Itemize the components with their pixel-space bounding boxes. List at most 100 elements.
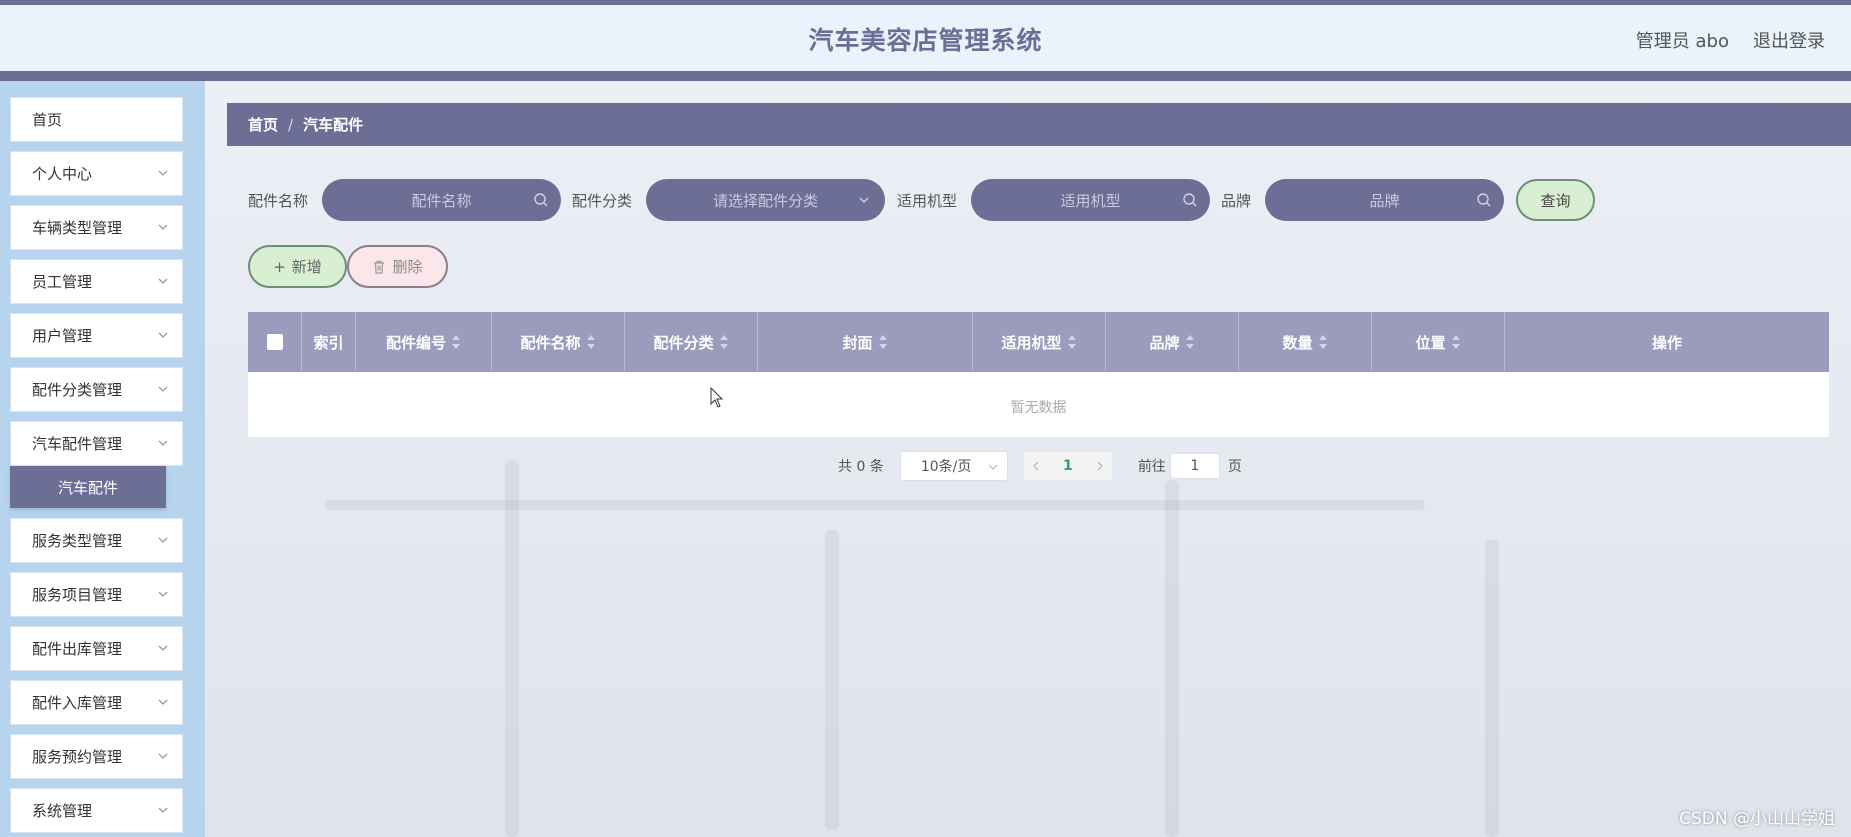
brand-input[interactable]: 品牌: [1265, 179, 1504, 221]
watermark: CSDN @小山山学姐: [1679, 809, 1835, 829]
column-header-label: 封面: [842, 333, 873, 352]
sidebar-item-service-items[interactable]: 服务项目管理: [10, 572, 183, 617]
background-scene: [205, 440, 1851, 837]
brand-label: 品牌: [1221, 192, 1252, 210]
add-button-label: 新增: [291, 258, 322, 276]
select-all-column[interactable]: [248, 312, 302, 372]
goto-label: 前往: [1137, 459, 1166, 475]
select-all-checkbox[interactable]: [266, 334, 283, 350]
column-header-model[interactable]: 适用机型: [973, 312, 1106, 372]
breadcrumb-home[interactable]: 首页: [248, 114, 278, 135]
category-label: 配件分类: [572, 192, 633, 210]
sidebar-item-label: 汽车配件管理: [32, 435, 123, 453]
column-header-part-name[interactable]: 配件名称: [492, 312, 625, 372]
chevron-right-icon: [1097, 461, 1103, 471]
add-button[interactable]: + 新增: [248, 245, 347, 288]
app-title: 汽车美容店管理系统: [808, 26, 1043, 55]
sort-icon[interactable]: [719, 335, 729, 349]
sort-icon[interactable]: [878, 335, 888, 349]
sidebar-item-car-parts[interactable]: 汽车配件管理: [10, 421, 183, 466]
chevron-down-icon: [158, 224, 168, 230]
sort-icon[interactable]: [1318, 335, 1328, 349]
chevron-down-icon: [158, 332, 168, 338]
trash-icon: [374, 260, 385, 274]
sidebar-item-label: 配件入库管理: [32, 694, 123, 712]
column-header-brand[interactable]: 品牌: [1106, 312, 1239, 372]
part-name-input[interactable]: 配件名称: [322, 179, 561, 221]
sort-icon[interactable]: [1451, 335, 1461, 349]
sidebar-item-profile[interactable]: 个人中心: [10, 151, 183, 196]
sidebar-item-service-booking[interactable]: 服务预约管理: [10, 734, 183, 779]
plus-icon: +: [273, 257, 286, 276]
column-header-category[interactable]: 配件分类: [625, 312, 758, 372]
search-icon: [1183, 193, 1197, 207]
chevron-left-icon: [1032, 461, 1039, 471]
search-icon: [1477, 193, 1491, 207]
column-header-quantity[interactable]: 数量: [1239, 312, 1372, 372]
sidebar-item-part-categories[interactable]: 配件分类管理: [10, 367, 183, 412]
chevron-down-icon: [158, 537, 168, 543]
next-page-button[interactable]: [1087, 452, 1112, 480]
sidebar-item-label: 员工管理: [32, 273, 93, 291]
empty-state-text: 暂无数据: [1010, 400, 1067, 416]
sort-icon[interactable]: [1067, 335, 1077, 349]
column-header-actions: 操作: [1505, 312, 1829, 372]
column-header-label: 配件名称: [520, 333, 581, 352]
column-header-index: 索引: [302, 312, 356, 372]
page-number[interactable]: 1: [1047, 452, 1088, 480]
column-header-part-no[interactable]: 配件编号: [356, 312, 492, 372]
logout-link[interactable]: 退出登录: [1753, 27, 1825, 53]
delete-button-label: 删除: [392, 258, 423, 276]
breadcrumb-current: 汽车配件: [303, 116, 364, 134]
chevron-down-icon: [158, 440, 168, 446]
sidebar-item-label: 配件出库管理: [32, 640, 123, 658]
query-button[interactable]: 查询: [1516, 179, 1595, 221]
sidebar-item-vehicle-types[interactable]: 车辆类型管理: [10, 205, 183, 250]
column-header-label: 位置: [1415, 333, 1446, 352]
mouse-cursor-icon: [710, 387, 724, 408]
model-input[interactable]: 适用机型: [971, 179, 1210, 221]
chevron-down-icon: [158, 386, 168, 392]
sidebar-item-staff[interactable]: 员工管理: [10, 259, 183, 304]
sidebar-item-label: 个人中心: [32, 165, 93, 183]
column-header-cover[interactable]: 封面: [758, 312, 973, 372]
part-name-label: 配件名称: [248, 192, 309, 210]
chevron-down-icon: [988, 464, 998, 470]
category-placeholder: 请选择配件分类: [712, 191, 818, 210]
sidebar-item-service-types[interactable]: 服务类型管理: [10, 518, 183, 563]
sidebar-item-parts-outbound[interactable]: 配件出库管理: [10, 626, 183, 671]
goto-page-input[interactable]: 1: [1169, 453, 1220, 479]
sidebar-item-system[interactable]: 系统管理: [10, 788, 183, 833]
sidebar: 首页 个人中心 车辆类型管理 员工管理 用户管理 配件分类管理 汽车配件管理 汽…: [0, 81, 205, 837]
column-header-label: 配件分类: [653, 333, 714, 352]
sidebar-item-label: 车辆类型管理: [32, 219, 123, 237]
chevron-down-icon: [158, 645, 168, 651]
chevron-down-icon: [158, 753, 168, 759]
column-header-label: 数量: [1282, 333, 1313, 352]
model-placeholder: 适用机型: [1060, 191, 1121, 210]
column-header-label: 操作: [1651, 333, 1682, 352]
sort-icon[interactable]: [586, 335, 596, 349]
sort-icon[interactable]: [1185, 335, 1195, 349]
category-select[interactable]: 请选择配件分类: [646, 179, 885, 221]
column-header-location[interactable]: 位置: [1372, 312, 1505, 372]
sidebar-item-label: 首页: [32, 111, 63, 129]
chevron-down-icon: [158, 699, 168, 705]
delete-button[interactable]: 删除: [347, 245, 448, 288]
sidebar-item-home[interactable]: 首页: [10, 97, 183, 142]
sidebar-subitem-car-parts[interactable]: 汽车配件: [10, 466, 166, 508]
search-icon: [534, 193, 548, 207]
table-header: 索引 配件编号 配件名称 配件分类 封面 适用机型 品牌 数量 位置 操作: [248, 312, 1829, 372]
column-header-label: 适用机型: [1001, 333, 1062, 352]
sidebar-item-parts-inbound[interactable]: 配件入库管理: [10, 680, 183, 725]
sidebar-item-label: 服务类型管理: [32, 532, 123, 550]
sidebar-item-label: 服务项目管理: [32, 586, 123, 604]
column-header-label: 品牌: [1149, 333, 1180, 352]
page-size-select[interactable]: 10条/页: [899, 451, 1008, 481]
brand-placeholder: 品牌: [1369, 191, 1400, 210]
prev-page-button[interactable]: [1023, 452, 1048, 480]
sidebar-item-label: 用户管理: [32, 327, 93, 345]
sort-icon[interactable]: [452, 335, 461, 349]
sidebar-item-users[interactable]: 用户管理: [10, 313, 183, 358]
column-header-label: 索引: [313, 333, 344, 352]
